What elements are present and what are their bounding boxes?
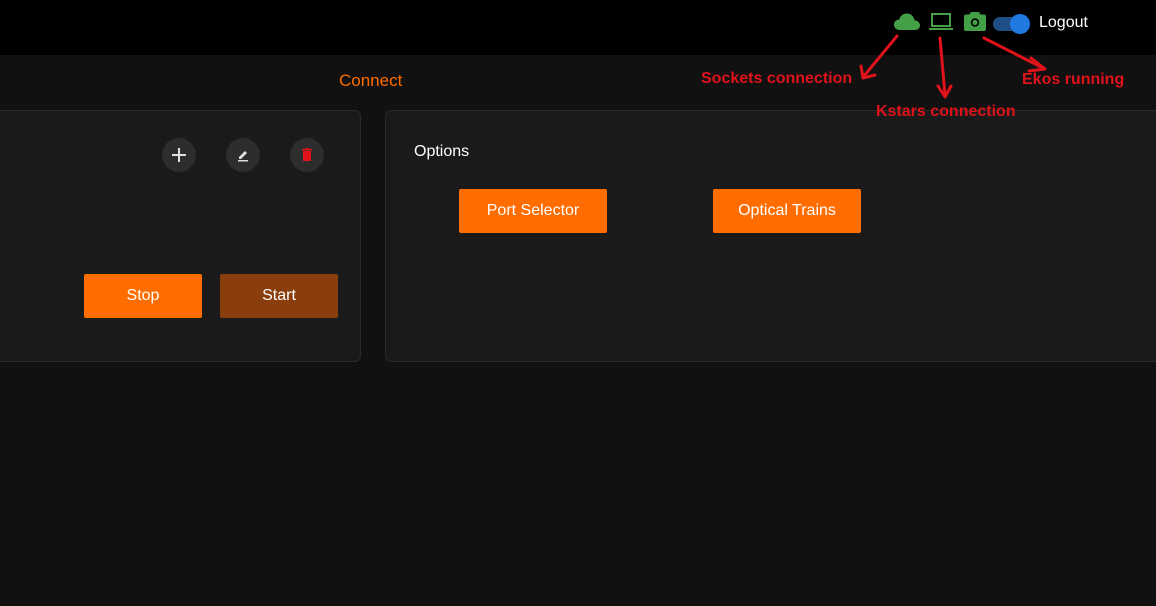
camera-icon <box>964 12 986 31</box>
laptop-icon <box>929 13 953 30</box>
toggle-thumb <box>1010 14 1030 34</box>
cloud-icon <box>894 13 920 30</box>
edit-icon <box>238 151 248 162</box>
kstars-annotation: Kstars connection <box>876 103 1016 120</box>
start-button[interactable]: Start <box>220 274 338 318</box>
add-profile-button[interactable] <box>162 138 196 172</box>
options-title: Options <box>414 143 470 160</box>
edit-profile-button[interactable] <box>226 138 260 172</box>
theme-toggle[interactable] <box>993 14 1031 34</box>
delete-profile-button[interactable] <box>290 138 324 172</box>
delete-icon <box>302 148 312 161</box>
optical-trains-button[interactable]: Optical Trains <box>713 189 861 233</box>
port-selector-button[interactable]: Port Selector <box>459 189 607 233</box>
ekos-annotation: Ekos running <box>1022 71 1125 88</box>
page-title[interactable]: Connect <box>339 70 402 92</box>
options-card <box>385 110 1156 362</box>
top-bar: Logout <box>0 0 1156 55</box>
logout-button[interactable]: Logout <box>1039 13 1088 33</box>
stop-button[interactable]: Stop <box>84 274 202 318</box>
add-icon <box>172 148 186 162</box>
sockets-annotation: Sockets connection <box>701 70 853 87</box>
